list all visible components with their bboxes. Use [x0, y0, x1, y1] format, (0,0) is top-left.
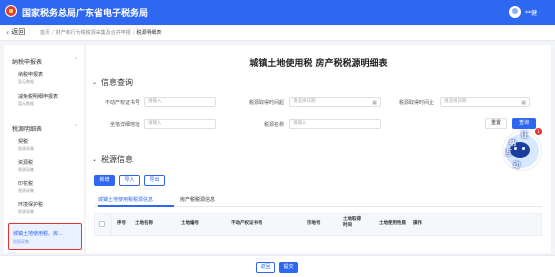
- sidebar-item-label: 资源税: [18, 160, 34, 166]
- sidebar-group-returns[interactable]: 纳税申报表: [12, 57, 42, 66]
- bottom-action-bar: 返回 提交: [0, 255, 555, 277]
- sidebar-item-label: 城镇土地使用税、房...: [13, 231, 63, 237]
- back-arrow-icon: ‹: [6, 27, 10, 37]
- column-header-actions: 操作: [413, 221, 422, 226]
- sidebar-item-env-tax[interactable]: 环境保护税 税源采集: [18, 202, 43, 215]
- user-avatar-icon[interactable]: [509, 6, 521, 18]
- date-to-picker[interactable]: 请选择日期 ▦: [440, 97, 530, 107]
- breadcrumb-item[interactable]: 财产和行为税税源采集及合并申报: [56, 30, 131, 36]
- back-label: 返回: [11, 28, 26, 36]
- column-header-land-number: 土地编号: [181, 221, 199, 226]
- tax-assistant-widget[interactable]: 征 纳 互 动 1: [495, 126, 543, 174]
- select-all-checkbox[interactable]: [99, 221, 105, 227]
- date-to-placeholder: 请选择日期: [444, 99, 467, 104]
- import-button[interactable]: 导入: [119, 175, 140, 186]
- main-panel: 城镇土地使用税 房产税税源明细表 ⌄ 信息查询 不动产权证书号 请输入 税源取得…: [86, 45, 551, 253]
- sidebar-item-status: 税源采集: [18, 209, 34, 214]
- sidebar-item-label: 环境保护税: [18, 202, 44, 208]
- source-section-title: 税源信息: [101, 155, 134, 164]
- tab-land-use-tax[interactable]: 城镇土地使用税税源信息: [98, 196, 153, 203]
- column-divider: [111, 214, 112, 235]
- chevron-up-icon[interactable]: ⌃: [74, 124, 78, 130]
- sidebar-item-stamp-tax[interactable]: 印花税 税源采集: [18, 181, 34, 194]
- date-from-placeholder: 请选择日期: [293, 99, 316, 104]
- breadcrumb-separator: /: [52, 30, 54, 36]
- sidebar-item-resource-tax[interactable]: 资源税 税源采集: [18, 160, 34, 173]
- column-header-certificate: 不动产权证书号: [231, 221, 263, 226]
- sidebar-group-sources[interactable]: 税源明细表: [12, 124, 42, 133]
- sidebar-item-status: 税源采集: [13, 239, 29, 244]
- field-label-date-from: 税源取得时间起: [248, 100, 284, 106]
- calendar-icon: ▦: [521, 100, 526, 106]
- query-section-header[interactable]: ⌄ 信息查询: [92, 77, 133, 88]
- breadcrumb-current: 税源明细表: [136, 30, 162, 36]
- sidebar-item-deed-tax[interactable]: 契税 税源采集: [18, 139, 34, 152]
- breadcrumb: 首页 / 财产和行为税税源采集及合并申报 / 税源明细表: [40, 29, 161, 36]
- assistant-char: 纳: [509, 139, 516, 147]
- sidebar-item-status: 税源采集: [18, 167, 34, 172]
- query-section-title: 信息查询: [101, 78, 134, 87]
- column-header-land-name: 土地名称: [135, 221, 153, 226]
- notification-badge: 1: [535, 128, 542, 135]
- sidebar-item-status: 暂无数据: [18, 101, 34, 106]
- sidebar: 纳税申报表 ⌃ 纳税申报表 暂无数据 减免税明细申报表 暂无数据 税源明细表 ⌃…: [4, 45, 84, 253]
- column-header-index: 序号: [117, 221, 126, 226]
- sidebar-item-status: 税源采集: [18, 146, 34, 151]
- column-header-parcel: 宗地号: [307, 221, 321, 226]
- active-tab-indicator: [98, 205, 174, 207]
- source-name-input[interactable]: 请输入: [289, 119, 381, 129]
- chevron-down-icon: ⌄: [92, 79, 98, 86]
- field-label-date-to: 税源取得时间止: [398, 100, 434, 106]
- page-title: 城镇土地使用税 房产税税源明细表: [249, 59, 388, 69]
- source-section-header[interactable]: ⌄ 税源信息: [92, 154, 133, 165]
- sidebar-item-label: 减免税明细申报表: [18, 94, 59, 100]
- field-label-address: 坐落详细地址: [109, 122, 140, 128]
- tab-property-tax[interactable]: 房产税税源信息: [180, 196, 215, 203]
- assistant-char: 互: [505, 149, 512, 157]
- breadcrumb-bar: ‹ 返回 首页 / 财产和行为税税源采集及合并申报 / 税源明细表: [0, 25, 555, 41]
- user-name[interactable]: **健: [525, 8, 537, 17]
- sidebar-item-label: 纳税申报表: [18, 72, 44, 78]
- column-header-acquire-time: 土地取得时间: [343, 217, 361, 228]
- sidebar-item-status: 暂无数据: [18, 79, 34, 84]
- column-header-land-use: 土地使用性质: [379, 221, 406, 226]
- top-header: 国家税务总局广东省电子税务局 **健: [0, 0, 555, 25]
- sidebar-item-label: 契税: [18, 139, 29, 145]
- breadcrumb-separator: /: [132, 30, 135, 36]
- assistant-char: 征: [521, 131, 528, 139]
- date-from-picker[interactable]: 请选择日期 ▦: [289, 97, 381, 107]
- field-label-certificate: 不动产权证书号: [104, 100, 140, 106]
- assistant-char: 动: [513, 161, 520, 169]
- address-input[interactable]: 请输入: [144, 119, 216, 129]
- sidebar-item-returns[interactable]: 纳税申报表 暂无数据: [18, 72, 43, 85]
- sidebar-item-relief[interactable]: 减免税明细申报表 暂无数据: [18, 94, 58, 107]
- calendar-icon: ▦: [372, 100, 377, 106]
- submit-button[interactable]: 提交: [279, 262, 298, 273]
- certificate-number-input[interactable]: 请输入: [144, 97, 216, 107]
- sidebar-item-status: 税源采集: [18, 188, 34, 193]
- field-label-source-name: 税源名称: [263, 122, 284, 128]
- table-header: 序号 土地名称 土地编号 不动产权证书号 宗地号 土地取得时间 土地使用性质 操…: [94, 213, 542, 236]
- sidebar-item-label: 印花税: [18, 181, 34, 187]
- export-button[interactable]: 导出: [144, 175, 165, 186]
- back-link[interactable]: ‹ 返回: [6, 27, 25, 37]
- chevron-down-icon: ⌄: [92, 156, 98, 163]
- chevron-up-icon[interactable]: ⌃: [74, 57, 78, 63]
- tax-bureau-logo-icon: [5, 5, 17, 17]
- brand-title: 国家税务总局广东省电子税务局: [22, 9, 149, 19]
- breadcrumb-home[interactable]: 首页: [40, 30, 50, 36]
- add-button[interactable]: 新增: [94, 175, 115, 186]
- sidebar-item-land-property-tax[interactable]: 城镇土地使用税、房... 税源采集: [8, 223, 82, 250]
- back-button[interactable]: 返回: [256, 262, 275, 273]
